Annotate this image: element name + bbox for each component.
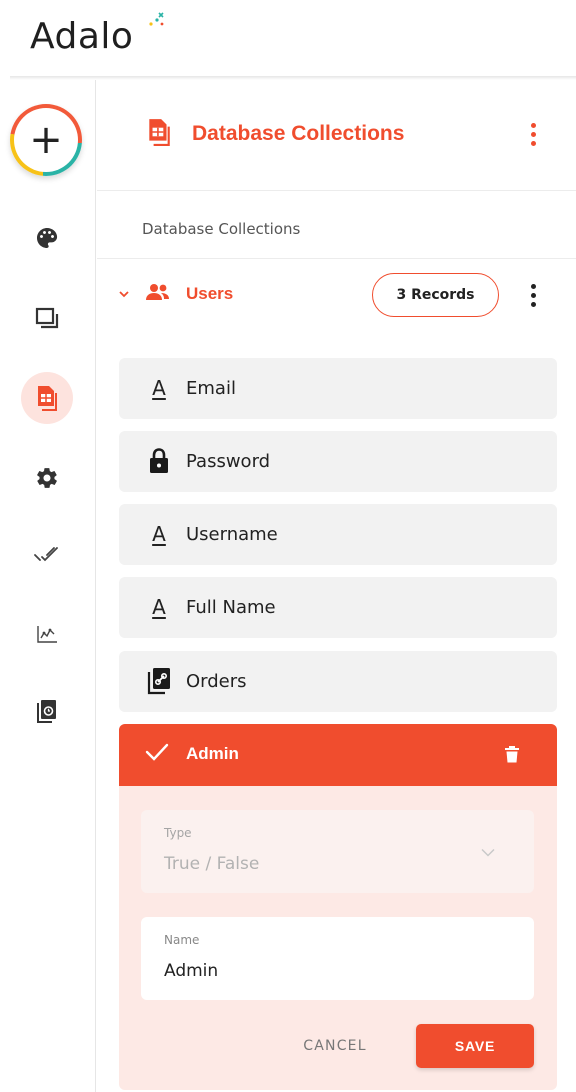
- section-divider: [97, 258, 576, 259]
- name-field[interactable]: Name Admin: [141, 917, 534, 1000]
- collection-row-users[interactable]: Users 3 Records: [97, 268, 576, 324]
- sidebar-item-analytics[interactable]: [21, 608, 73, 660]
- users-icon: [146, 284, 169, 300]
- relationship-icon: [147, 667, 171, 695]
- cancel-button[interactable]: CANCEL: [279, 1024, 391, 1068]
- screens-icon: [35, 307, 59, 329]
- property-label: Username: [186, 524, 278, 545]
- analytics-icon: [37, 626, 57, 643]
- property-email[interactable]: A Email: [119, 358, 557, 419]
- top-bar: Adalo: [0, 0, 576, 78]
- save-button[interactable]: SAVE: [416, 1024, 534, 1068]
- property-label: Full Name: [186, 597, 276, 618]
- lock-icon: [147, 447, 171, 475]
- logo-sparkle-icon: [149, 12, 164, 26]
- property-label: Orders: [186, 671, 247, 692]
- name-value[interactable]: Admin: [164, 961, 218, 981]
- gear-icon: [37, 468, 57, 488]
- property-label: Email: [186, 378, 236, 399]
- add-button[interactable]: +: [10, 104, 82, 176]
- sidebar-item-settings[interactable]: [21, 452, 73, 504]
- property-orders[interactable]: Orders: [119, 651, 557, 712]
- collection-name[interactable]: Users: [186, 284, 233, 304]
- name-caption: Name: [164, 933, 200, 947]
- database-panel: Database Collections Database Collection…: [97, 80, 576, 1092]
- collection-more-menu-icon[interactable]: [531, 284, 536, 307]
- type-value: True / False: [164, 854, 260, 874]
- checkmark-icon: [145, 743, 169, 761]
- records-count-button[interactable]: 3 Records: [372, 273, 499, 317]
- sidebar-item-screens[interactable]: [21, 293, 73, 345]
- sidebar-item-database[interactable]: [21, 372, 73, 424]
- plus-icon: +: [14, 108, 78, 172]
- section-label: Database Collections: [142, 220, 301, 238]
- left-sidebar: +: [0, 80, 96, 1092]
- text-icon: A: [152, 522, 166, 546]
- page-title: Database Collections: [192, 122, 405, 145]
- database-icon: [38, 386, 57, 411]
- chevron-down-icon: [481, 848, 495, 857]
- property-edit-card-admin: Admin Type True / False Name Admin CANCE…: [119, 724, 557, 1090]
- property-edit-header[interactable]: Admin: [119, 724, 557, 786]
- text-icon: A: [152, 595, 166, 619]
- property-full-name[interactable]: A Full Name: [119, 577, 557, 638]
- header-more-menu-icon[interactable]: [531, 123, 536, 146]
- panel-header: Database Collections: [97, 80, 576, 191]
- type-select[interactable]: Type True / False: [141, 810, 534, 893]
- property-username[interactable]: A Username: [119, 504, 557, 565]
- property-password[interactable]: Password: [119, 431, 557, 492]
- sidebar-item-versions[interactable]: [21, 686, 73, 738]
- adalo-logo[interactable]: Adalo: [30, 16, 133, 57]
- chevron-down-icon[interactable]: [119, 290, 129, 298]
- type-caption: Type: [164, 826, 192, 840]
- property-edit-title: Admin: [186, 744, 239, 763]
- trash-icon[interactable]: [505, 745, 519, 763]
- publish-check-icon: [34, 547, 58, 562]
- database-icon: [149, 119, 170, 146]
- sidebar-item-publish[interactable]: [21, 528, 73, 580]
- sidebar-item-branding[interactable]: [21, 212, 73, 264]
- palette-icon: [37, 228, 58, 248]
- text-icon: A: [152, 376, 166, 400]
- property-label: Password: [186, 451, 271, 472]
- version-history-icon: [37, 700, 56, 723]
